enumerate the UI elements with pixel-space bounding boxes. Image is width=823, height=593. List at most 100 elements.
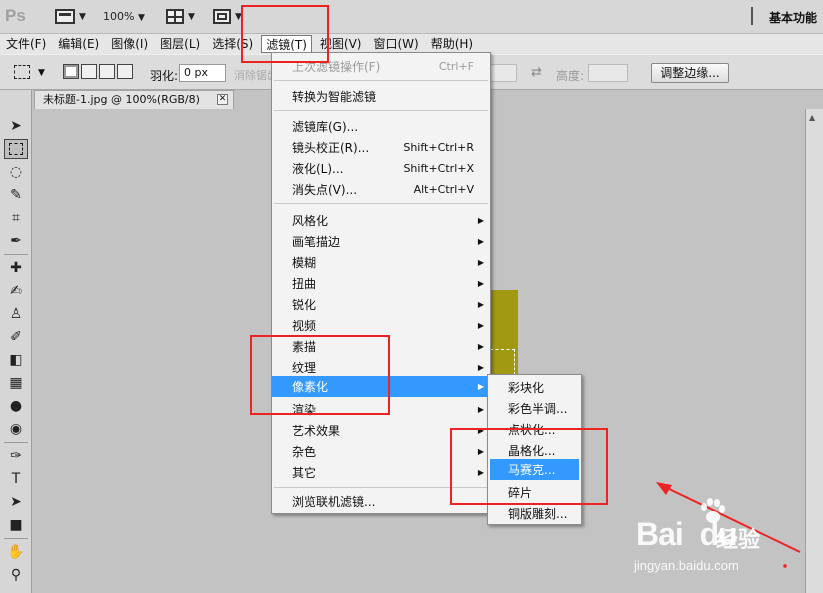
menu-item-label: 滤镜库(G)... [292, 120, 359, 134]
menu-item-filter-gallery[interactable]: 滤镜库(G)... [272, 116, 490, 137]
menu-item-label: 扭曲 [292, 277, 317, 291]
menu-item-blur[interactable]: 模糊 ▶ [272, 252, 490, 273]
submenu-arrow-icon: ▶ [477, 382, 484, 391]
menu-file[interactable]: 文件(F) [2, 35, 50, 53]
hand-tool-icon[interactable]: ✋ [4, 542, 28, 562]
menu-item-label: 转换为智能滤镜 [292, 90, 377, 104]
menu-item-label: 液化(L)... [292, 162, 344, 176]
submenu-item-color-halftone[interactable]: 彩色半调... [490, 398, 579, 419]
swap-icon[interactable]: ⇄ [531, 65, 542, 80]
zoom-level-dropdown[interactable]: 100% ▼ [103, 10, 145, 23]
eyedropper-tool-icon[interactable]: ✒ [4, 231, 28, 251]
menu-item-convert-smart[interactable]: 转换为智能滤镜 [272, 86, 490, 107]
clone-stamp-tool-icon[interactable]: ♙ [4, 304, 28, 324]
subtract-from-selection-icon[interactable] [99, 64, 115, 79]
selection-marquee [490, 349, 515, 375]
crop-tool-icon[interactable]: ⌗ [4, 208, 28, 228]
brush-tool-icon[interactable]: ✍ [4, 281, 28, 301]
menu-item-distort[interactable]: 扭曲 ▶ [272, 273, 490, 294]
menu-item-label: 风格化 [292, 214, 329, 228]
menu-image[interactable]: 图像(I) [107, 35, 152, 53]
add-to-selection-icon[interactable] [81, 64, 97, 79]
menu-item-label: 模糊 [292, 256, 317, 270]
photoshop-logo: Ps [5, 6, 26, 25]
submenu-arrow-icon: ▶ [477, 216, 484, 225]
annotation-box-pixelate [250, 335, 390, 415]
menu-item-label: 锐化 [292, 298, 317, 312]
refine-edge-button[interactable]: 调整边缘... [651, 63, 729, 83]
feather-input[interactable]: 0 px [179, 64, 226, 82]
close-icon[interactable]: ✕ [217, 94, 228, 105]
healing-brush-tool-icon[interactable]: ✚ [4, 258, 28, 278]
zoom-tool-icon[interactable]: ⚲ [4, 565, 28, 585]
submenu-arrow-icon: ▶ [477, 363, 484, 372]
arrange-documents-icon [166, 9, 184, 24]
menu-edit[interactable]: 编辑(E) [54, 35, 103, 53]
eraser-tool-icon[interactable]: ◧ [4, 350, 28, 370]
chevron-down-icon: ▼ [79, 11, 86, 22]
bridge-launcher[interactable]: ▼ [55, 8, 86, 25]
menu-item-video[interactable]: 视频 ▶ [272, 315, 490, 336]
history-brush-tool-icon[interactable]: ✐ [4, 327, 28, 347]
submenu-arrow-icon: ▶ [477, 258, 484, 267]
move-tool-icon[interactable]: ➤ [4, 116, 28, 136]
feather-label: 羽化: [150, 69, 179, 83]
path-select-tool-icon[interactable]: ➤ [4, 492, 28, 512]
menu-item-label: 画笔描边 [292, 235, 341, 249]
launch-bridge-icon [55, 9, 75, 24]
blur-tool-icon[interactable]: ● [4, 396, 28, 416]
divider [751, 7, 753, 25]
submenu-arrow-icon: ▶ [477, 405, 484, 414]
app-bar: Ps ▼ 100% ▼ ▼ ▼ 基本功能 [0, 0, 823, 34]
menu-item-label: 镜头校正(R)... [292, 141, 370, 155]
shortcut-label: Shift+Ctrl+R [403, 141, 474, 154]
submenu-item-facet[interactable]: 彩块化 [490, 377, 579, 398]
width-input[interactable] [487, 64, 517, 82]
shortcut-label: Shift+Ctrl+X [403, 162, 474, 175]
new-selection-icon[interactable] [63, 64, 79, 79]
type-tool-icon[interactable]: T [4, 469, 28, 489]
submenu-arrow-icon: ▶ [477, 300, 484, 309]
menu-item-brush-strokes[interactable]: 画笔描边 ▶ [272, 231, 490, 252]
menu-item-label: 其它 [292, 466, 317, 480]
screen-mode-button[interactable]: ▼ [213, 8, 242, 25]
rect-marquee-tool-icon[interactable] [4, 139, 28, 159]
gradient-tool-icon[interactable]: ▦ [4, 373, 28, 393]
menu-item-label: 艺术效果 [292, 424, 341, 438]
arrange-documents-button[interactable]: ▼ [166, 8, 195, 25]
submenu-arrow-icon: ▶ [477, 279, 484, 288]
tool-preset-marquee-icon[interactable] [14, 65, 30, 79]
height-input[interactable] [588, 64, 628, 82]
workspace-switcher[interactable]: 基本功能 [769, 9, 817, 26]
screen-mode-icon [213, 9, 231, 24]
submenu-arrow-icon: ▶ [477, 321, 484, 330]
quick-select-tool-icon[interactable]: ✎ [4, 185, 28, 205]
scroll-up-icon[interactable]: ▲ [809, 113, 815, 122]
menu-window[interactable]: 窗口(W) [369, 35, 422, 53]
menu-item-vanishing-point[interactable]: 消失点(V)... Alt+Ctrl+V [272, 179, 490, 200]
menu-help[interactable]: 帮助(H) [427, 35, 477, 53]
chevron-down-icon[interactable]: ▼ [38, 68, 45, 78]
menu-item-stylize[interactable]: 风格化 ▶ [272, 210, 490, 231]
menu-bar: 文件(F) 编辑(E) 图像(I) 图层(L) 选择(S) 滤镜(T) 视图(V… [0, 34, 823, 54]
submenu-arrow-icon: ▶ [477, 237, 484, 246]
chevron-down-icon: ▼ [137, 13, 145, 23]
lasso-tool-icon[interactable]: ◌ [4, 162, 28, 182]
menu-item-label: 消失点(V)... [292, 183, 358, 197]
document-tab[interactable]: 未标题-1.jpg @ 100%(RGB/8) ✕ [34, 90, 234, 109]
submenu-item-mezzotint[interactable]: 铜版雕刻... [490, 503, 579, 524]
pen-tool-icon[interactable]: ✑ [4, 446, 28, 466]
annotation-box-filter-menu [241, 5, 329, 63]
menu-layer[interactable]: 图层(L) [156, 35, 204, 53]
menu-item-label: 浏览联机滤镜... [292, 495, 376, 509]
height-label: 高度: [556, 69, 585, 83]
dodge-tool-icon[interactable]: ◉ [4, 419, 28, 439]
baidu-jingyan-watermark: Bai_du 经验 jingyan.baidu.com [628, 490, 818, 590]
intersect-selection-icon[interactable] [117, 64, 133, 79]
menu-item-sharpen[interactable]: 锐化 ▶ [272, 294, 490, 315]
menu-item-label: 杂色 [292, 445, 317, 459]
watermark-jingyan: 经验 [716, 528, 761, 553]
menu-item-lens-correction[interactable]: 镜头校正(R)... Shift+Ctrl+R [272, 137, 490, 158]
menu-item-liquify[interactable]: 液化(L)... Shift+Ctrl+X [272, 158, 490, 179]
rectangle-tool-icon[interactable]: ■ [4, 515, 28, 535]
